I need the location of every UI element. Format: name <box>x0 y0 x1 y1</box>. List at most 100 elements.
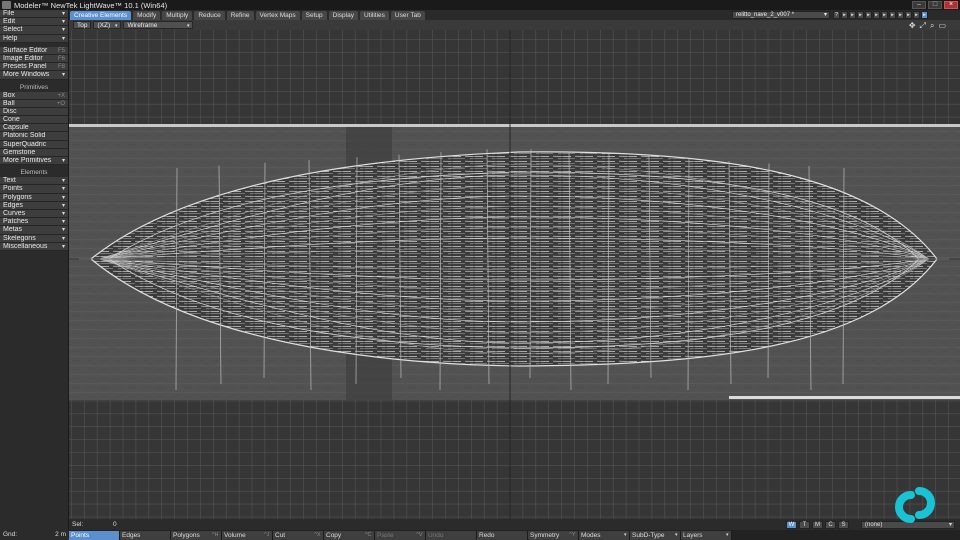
menu-item-surface-editor[interactable]: Surface Editor F5 <box>0 46 68 55</box>
view-button-w[interactable]: W <box>786 521 797 529</box>
undo-button[interactable]: Undo <box>426 530 477 540</box>
toolbar-toggle-icon[interactable]: ▸ <box>865 11 872 19</box>
tab-setup[interactable]: Setup <box>301 10 327 20</box>
symmetry-button[interactable]: Symmetry ^Y <box>528 530 579 540</box>
menu-item-capsule[interactable]: Capsule <box>0 124 68 133</box>
menu-item-miscellaneous[interactable]: Miscellaneous ▾ <box>0 242 68 251</box>
menu-item-cone[interactable]: Cone <box>0 116 68 125</box>
maximize-button[interactable]: □ <box>928 1 942 9</box>
shortcut-key: ^Y <box>569 531 576 538</box>
menu-item-label: Curves <box>3 209 26 217</box>
chevron-down-icon: ▾ <box>114 23 118 29</box>
tab-refine[interactable]: Refine <box>226 10 254 20</box>
title-bar: Modeler™ NewTek LightWave™ 10.1 (Win64) … <box>0 0 960 10</box>
chevron-down-icon: ▾ <box>61 11 65 17</box>
chevron-down-icon: ▾ <box>61 186 65 193</box>
toolbar-icons: ? ▸ ▸ ▸ ▸ ▸ ▸ ▸ ▸ ▸ ▸ ▸ <box>833 11 928 19</box>
menu-item-presets-panel[interactable]: Presets Panel F8 <box>0 63 68 72</box>
view-button-s[interactable]: S <box>838 521 849 529</box>
layers-button[interactable]: Layers ▾ <box>681 530 732 540</box>
view-button-c[interactable]: C <box>825 521 836 529</box>
menu-item-select[interactable]: Select ▾ <box>0 26 68 35</box>
tab-user-tab[interactable]: User Tab <box>390 10 425 20</box>
tab-utilities[interactable]: Utilities <box>359 10 389 20</box>
toolbar-toggle-icon[interactable]: ▸ <box>873 11 880 19</box>
shortcut-key: ^X <box>314 531 321 538</box>
minimize-button[interactable]: – <box>912 1 926 9</box>
toolbar-toggle-icon[interactable]: ▸ <box>841 11 848 19</box>
toolbar-toggle-icon[interactable]: ▸ <box>857 11 864 19</box>
menu-item-more-windows[interactable]: More Windows ▾ <box>0 71 68 80</box>
button-label: Paste <box>377 531 394 539</box>
menu-item-label: Help <box>3 34 18 42</box>
menu-item-file[interactable]: File ▾ <box>0 10 68 19</box>
menu-item-polygons[interactable]: Polygons ▾ <box>0 193 68 202</box>
view-axes-value: (XZ) <box>97 22 111 29</box>
menu-item-text[interactable]: Text ▾ <box>0 177 68 186</box>
redo-button[interactable]: Redo <box>477 530 528 540</box>
chevron-down-icon: ▾ <box>61 35 65 42</box>
menu-item-gemstone[interactable]: Gemstone <box>0 148 68 157</box>
help-icon[interactable]: ? <box>833 11 840 19</box>
menu-item-label: Box <box>3 91 16 99</box>
toolbar-toggle-icon[interactable]: ▸ <box>849 11 856 19</box>
menu-item-edges[interactable]: Edges ▾ <box>0 201 68 210</box>
toolbar-toggle-icon[interactable]: ▸ <box>889 11 896 19</box>
menu-item-metas[interactable]: Metas ▾ <box>0 226 68 235</box>
menu-item-curves[interactable]: Curves ▾ <box>0 209 68 219</box>
points-button[interactable]: Points ^G <box>69 530 120 540</box>
primitives-heading: Primitives <box>0 82 68 92</box>
copy-button[interactable]: Copy ^C <box>324 530 375 540</box>
viewport-canvas[interactable] <box>69 30 960 519</box>
tab-modify[interactable]: Modify <box>133 10 161 20</box>
menu-item-points[interactable]: Points ▾ <box>0 185 68 194</box>
chevron-down-icon: ▾ <box>61 227 65 234</box>
paste-button[interactable]: Paste ^V <box>375 530 426 540</box>
toolbar-toggle-icon[interactable]: ▸ <box>897 11 904 19</box>
tab-display[interactable]: Display <box>328 10 358 20</box>
selection-label: Sel: <box>72 521 84 528</box>
subd-type-button[interactable]: SubD-Type ▾ <box>630 530 681 540</box>
view-axes-dropdown[interactable]: (XZ) ▾ <box>93 21 122 29</box>
menu-item-help[interactable]: Help ▾ <box>0 34 68 43</box>
menu-item-superquadric[interactable]: SuperQuadric <box>0 140 68 149</box>
shortcut-key: +X <box>57 92 65 99</box>
render-mode-dropdown[interactable]: Wireframe ▾ <box>123 21 194 29</box>
chevron-down-icon: ▾ <box>61 178 65 185</box>
tab-creative-elements[interactable]: Creative Elements <box>70 10 132 20</box>
shortcut-key: F5 <box>57 47 65 54</box>
toolbar-toggle-icon[interactable]: ▸ <box>905 11 912 19</box>
menu-item-edit[interactable]: Edit ▾ <box>0 18 68 27</box>
volume-button[interactable]: Volume ^J <box>222 530 273 540</box>
menu-item-more-primitives[interactable]: More Primitives ▾ <box>0 157 68 166</box>
modes-button[interactable]: Modes ▾ <box>579 530 630 540</box>
menu-item-skelegons[interactable]: Skelegons ▾ <box>0 234 68 243</box>
menu-item-platonic-solid[interactable]: Platonic Solid <box>0 132 68 141</box>
menu-item-ball[interactable]: Ball +O <box>0 99 68 108</box>
cut-button[interactable]: Cut ^X <box>273 530 324 540</box>
viewport[interactable] <box>69 30 960 519</box>
menu-item-box[interactable]: Box +X <box>0 91 68 100</box>
button-label: SubD-Type <box>632 531 665 539</box>
windows-group: Surface Editor F5 Image Editor F6 Presets Pa… <box>0 46 68 80</box>
menu-item-label: More Windows <box>3 71 50 79</box>
menu-item-disc[interactable]: Disc <box>0 107 68 117</box>
edges-button[interactable]: Edges <box>120 530 171 540</box>
menu-item-image-editor[interactable]: Image Editor F6 <box>0 54 68 64</box>
view-button-t[interactable]: T <box>799 521 810 529</box>
view-button-m[interactable]: M <box>812 521 823 529</box>
menu-item-label: Text <box>3 177 16 185</box>
tab-vertex-maps[interactable]: Vertex Maps <box>255 10 300 20</box>
toolbar-toggle-icon[interactable]: ▸ <box>921 11 928 19</box>
menu-item-patches[interactable]: Patches ▾ <box>0 218 68 227</box>
object-selector[interactable]: relitto_nave_2_v007 * ▾ <box>732 11 830 19</box>
close-button[interactable]: × <box>944 1 958 9</box>
button-label: Points <box>71 531 90 539</box>
tab-multiply[interactable]: Multiply <box>162 10 193 20</box>
toolbar-toggle-icon[interactable]: ▸ <box>913 11 920 19</box>
shortcut-key: ^J <box>264 531 270 538</box>
toolbar-toggle-icon[interactable]: ▸ <box>881 11 888 19</box>
tab-reduce[interactable]: Reduce <box>194 10 225 20</box>
view-type-dropdown[interactable]: Top <box>73 21 92 29</box>
polygons-button[interactable]: Polygons ^H <box>171 530 222 540</box>
